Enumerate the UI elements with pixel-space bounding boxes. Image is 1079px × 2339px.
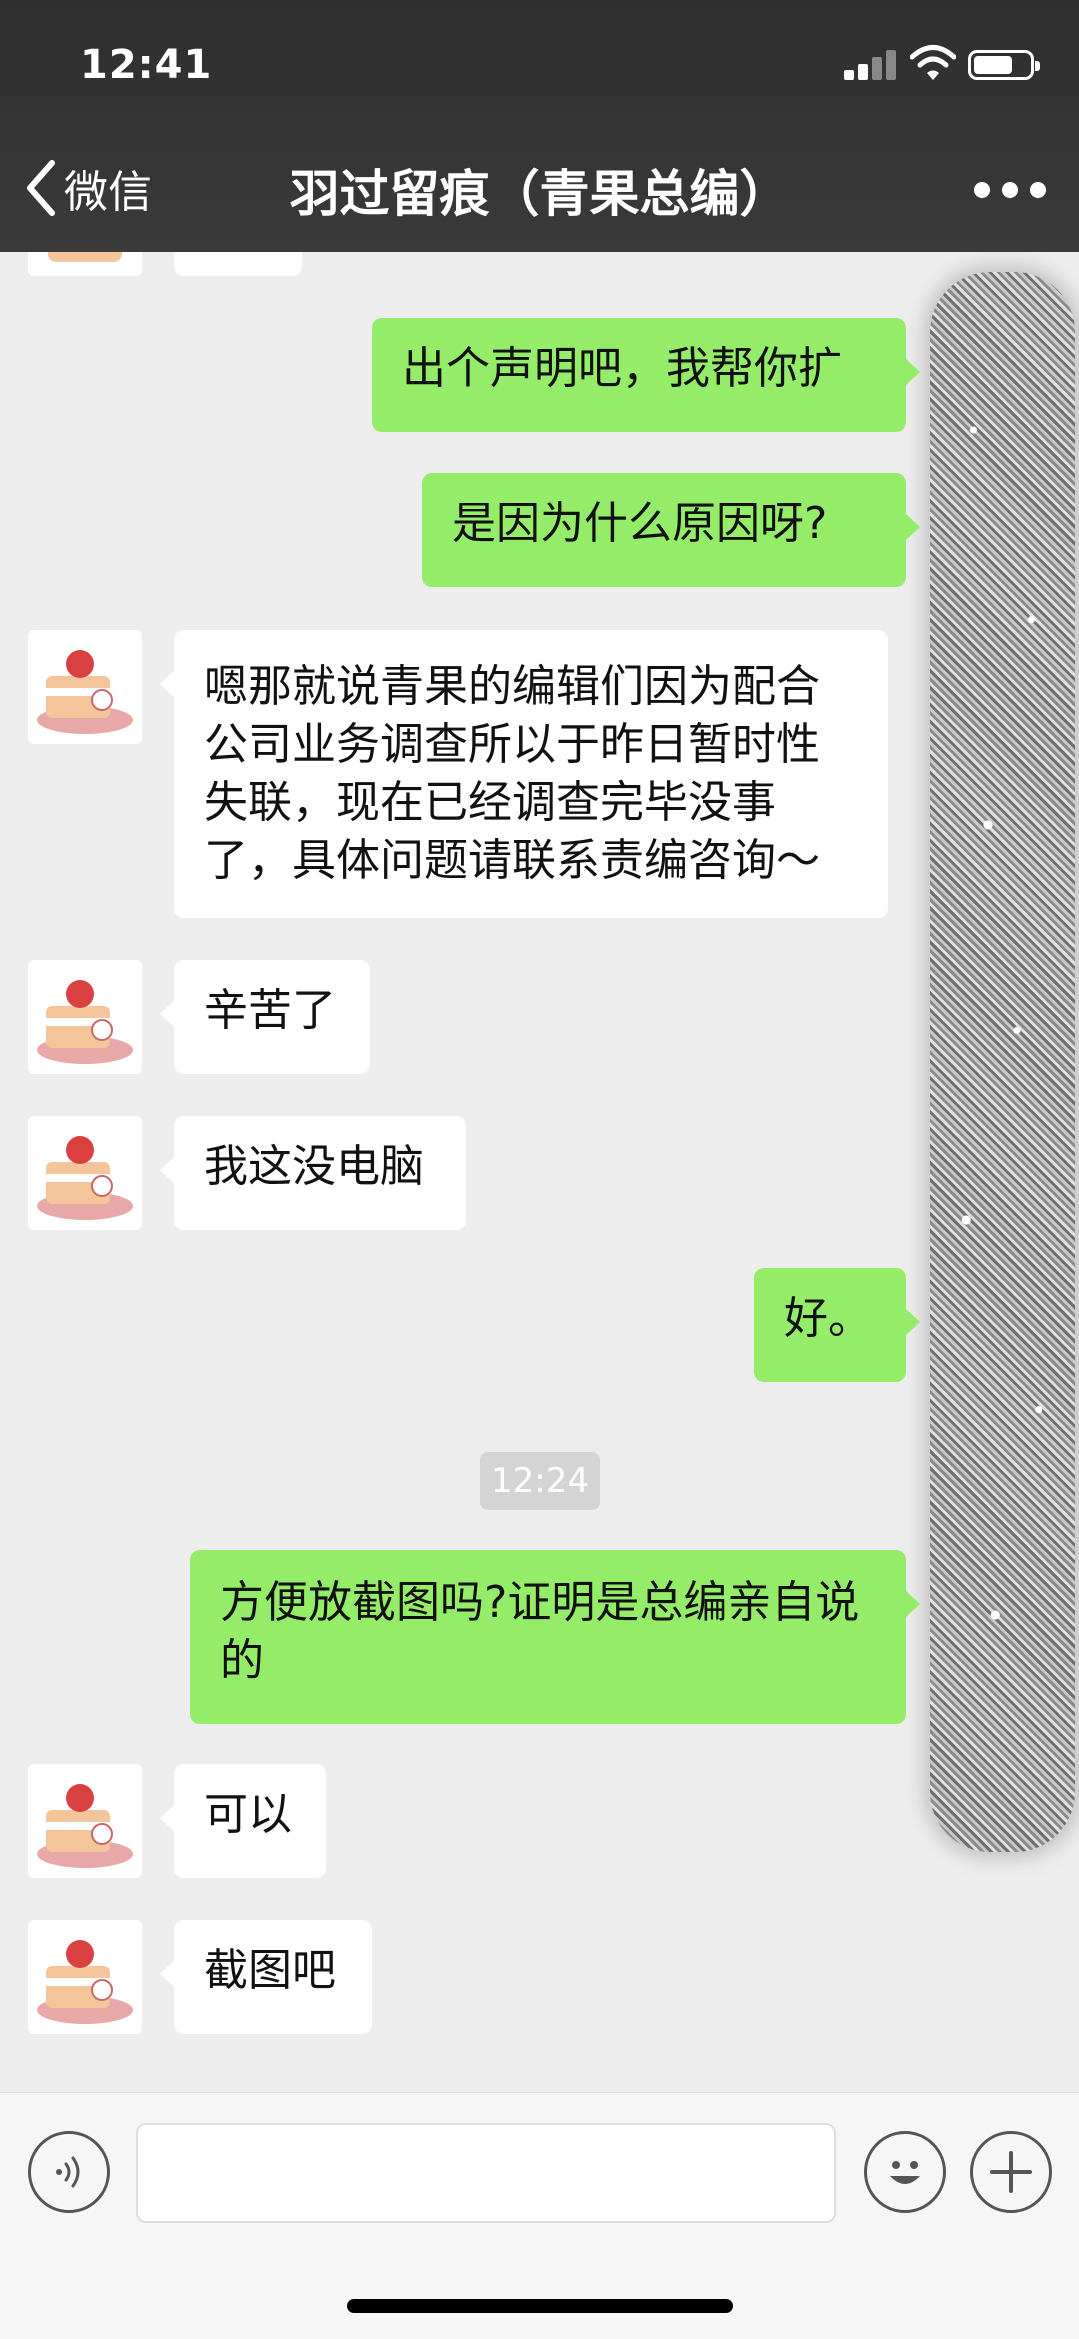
more-functions-button[interactable] bbox=[970, 2131, 1052, 2213]
more-dot-icon bbox=[974, 182, 990, 198]
more-options-button[interactable] bbox=[974, 170, 1046, 210]
more-dot-icon bbox=[1030, 182, 1046, 198]
contact-avatar[interactable] bbox=[28, 1116, 142, 1230]
contact-avatar[interactable] bbox=[28, 630, 142, 744]
message-bubble-incoming[interactable]: 截图吧 bbox=[160, 1920, 372, 2034]
message-bubble-incoming[interactable]: 辛苦了 bbox=[160, 960, 370, 1074]
message-list[interactable]: 出个声明吧，我帮你扩 是因为什么原因呀? 嗯那就说青果的编辑们因为配合公司业务调… bbox=[0, 252, 1079, 2092]
battery-icon bbox=[968, 50, 1040, 80]
wifi-icon bbox=[909, 44, 957, 82]
contact-avatar[interactable] bbox=[28, 1764, 142, 1878]
voice-icon bbox=[56, 2156, 80, 2188]
contact-avatar[interactable] bbox=[28, 252, 142, 276]
redaction-sticker bbox=[930, 272, 1075, 1852]
status-time: 12:41 bbox=[80, 42, 213, 88]
cellular-signal-icon bbox=[844, 50, 896, 80]
top-bar: 12:41 微信 羽过留痕（青果总编） bbox=[0, 0, 1079, 252]
contact-avatar[interactable] bbox=[28, 960, 142, 1074]
emoji-button[interactable] bbox=[864, 2131, 946, 2213]
message-bubble-outgoing[interactable]: 好。 bbox=[754, 1268, 920, 1382]
home-indicator[interactable] bbox=[347, 2299, 733, 2313]
battery-level bbox=[974, 56, 1012, 74]
message-bubble-incoming[interactable]: 我这没电脑 bbox=[160, 1116, 466, 1230]
plus-icon bbox=[990, 2151, 1032, 2193]
message-bubble-incoming[interactable]: 嗯那就说青果的编辑们因为配合公司业务调查所以于昨日暂时性失联，现在已经调查完毕没… bbox=[160, 630, 888, 918]
message-input[interactable] bbox=[136, 2123, 836, 2223]
message-bubble-incoming[interactable]: 可以 bbox=[160, 1764, 326, 1878]
chat-title: 羽过留痕（青果总编） bbox=[289, 165, 790, 223]
message-bubble-outgoing[interactable]: 方便放截图吗?证明是总编亲自说的 bbox=[190, 1550, 920, 1724]
message-bubble-partial bbox=[174, 252, 302, 276]
message-bubble-outgoing[interactable]: 出个声明吧，我帮你扩 bbox=[372, 318, 920, 432]
voice-input-button[interactable] bbox=[28, 2131, 110, 2213]
contact-avatar[interactable] bbox=[28, 1920, 142, 2034]
timestamp-label: 12:24 bbox=[480, 1452, 600, 1510]
message-bubble-outgoing[interactable]: 是因为什么原因呀? bbox=[422, 473, 920, 587]
input-bar bbox=[0, 2092, 1079, 2339]
smiley-icon bbox=[890, 2161, 920, 2184]
more-dot-icon bbox=[1002, 182, 1018, 198]
